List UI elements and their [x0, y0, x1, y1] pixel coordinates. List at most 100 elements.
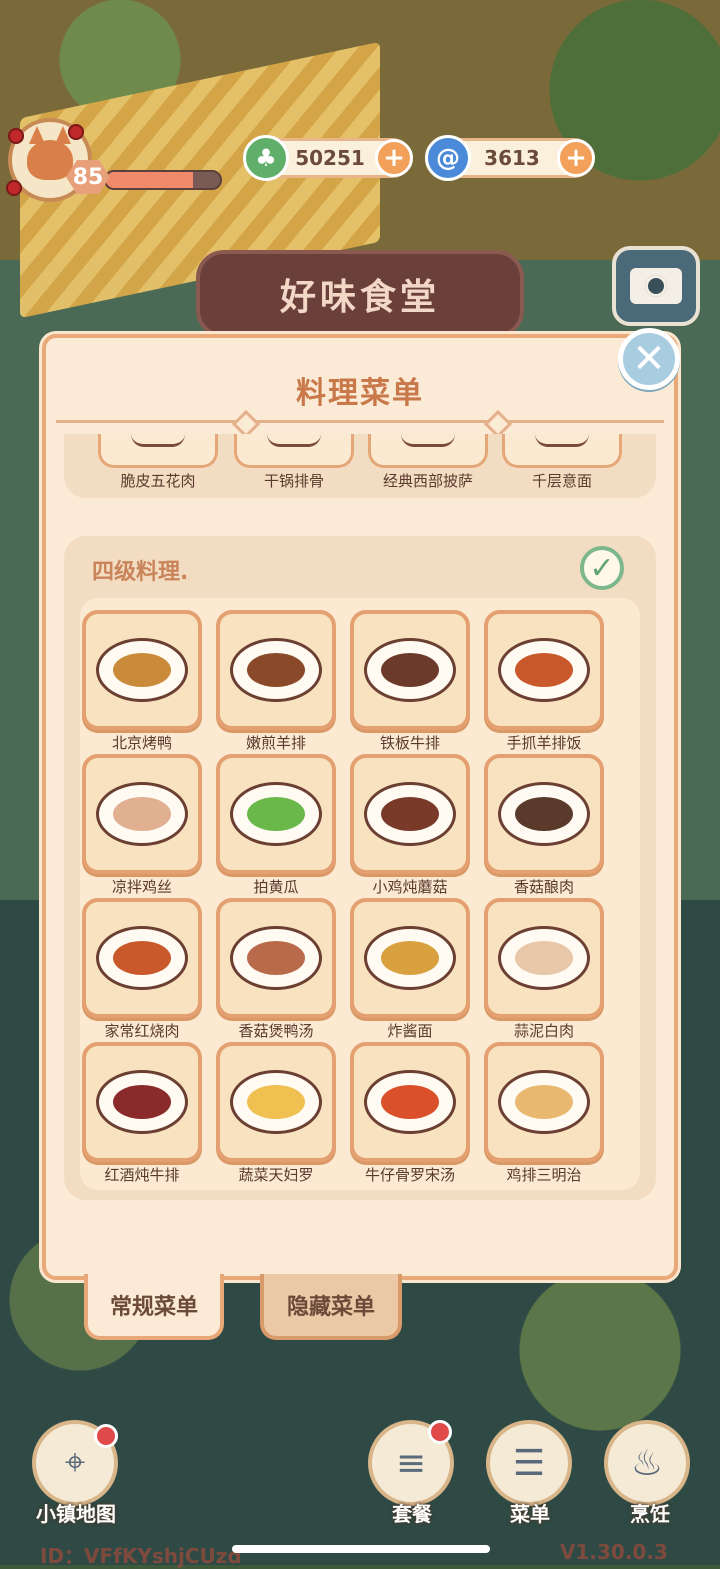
- dish-item[interactable]: 红酒炖牛排: [82, 1042, 202, 1184]
- food-icon: [515, 941, 573, 975]
- food-icon: [381, 1085, 439, 1119]
- dish-label: 蔬菜天妇罗: [238, 1166, 314, 1184]
- rose-decoration-icon: [68, 124, 84, 140]
- gem-currency: @ 3613 +: [425, 135, 595, 181]
- dish-card[interactable]: [350, 898, 470, 1018]
- exp-bar: [104, 170, 222, 190]
- dish-label: 北京烤鸭: [111, 734, 172, 752]
- home-indicator[interactable]: [232, 1545, 490, 1553]
- food-icon: [247, 941, 305, 975]
- dish-card[interactable]: [82, 1042, 202, 1162]
- rose-decoration-icon: [8, 128, 24, 144]
- plate-icon: [230, 782, 322, 846]
- dish-item[interactable]: 北京烤鸭: [82, 610, 202, 752]
- dish-item[interactable]: 香菇煲鸭汤: [216, 898, 336, 1040]
- title-divider: [56, 420, 664, 423]
- dish-card[interactable]: [350, 1042, 470, 1162]
- menu-panel: 料理菜单 脆皮五花肉 干锅排骨 经典西部披萨 千层意面 四级料理. ✓ 北京烤鸭…: [42, 334, 678, 1280]
- dish-card[interactable]: [98, 434, 218, 468]
- dish-label: 经典西部披萨: [382, 472, 473, 490]
- fox-avatar-icon: [27, 126, 73, 180]
- add-gem-button[interactable]: +: [557, 139, 595, 177]
- map-pin-icon: ⌖: [64, 1442, 86, 1483]
- dish-label: 香菇酿肉: [513, 878, 574, 896]
- restaurant-sign: 好味食堂: [196, 250, 524, 338]
- menu-button[interactable]: ☰: [486, 1420, 572, 1506]
- food-icon: [515, 653, 573, 687]
- dish-label: 脆皮五花肉: [120, 472, 196, 490]
- dish-card[interactable]: [216, 754, 336, 874]
- dish-card[interactable]: [350, 610, 470, 730]
- panel-title: 料理菜单: [296, 376, 424, 411]
- dish-card[interactable]: [82, 754, 202, 874]
- camera-icon: [630, 268, 682, 304]
- skewer-icon: ≡: [395, 1442, 427, 1484]
- dish-item[interactable]: 拍黄瓜: [216, 754, 336, 896]
- dish-card[interactable]: [234, 434, 354, 468]
- dish-item[interactable]: 炸酱面: [350, 898, 470, 1040]
- level4-section: 四级料理. ✓ 北京烤鸭 嫩煎羊排 铁板牛排 手抓羊排饭 凉拌鸡丝 拍黄瓜 小鸡炖蘑菇 香菇酿…: [64, 536, 656, 1200]
- food-icon: [113, 1085, 171, 1119]
- close-icon: ✕: [632, 336, 666, 382]
- close-button[interactable]: ✕: [618, 328, 680, 390]
- add-clover-button[interactable]: +: [375, 139, 413, 177]
- dish-card[interactable]: [484, 898, 604, 1018]
- dish-grid: 北京烤鸭 嫩煎羊排 铁板牛排 手抓羊排饭凉拌鸡丝 拍黄瓜 小鸡炖蘑菇 香菇酿肉家常红烧肉 香菇…: [80, 598, 640, 1190]
- camera-button[interactable]: [612, 246, 700, 326]
- tab-regular-menu[interactable]: 常规菜单: [84, 1274, 224, 1340]
- dish-item[interactable]: 家常红烧肉: [82, 898, 202, 1040]
- dish-card[interactable]: [368, 434, 488, 468]
- plate-icon: [498, 782, 590, 846]
- plate-icon: [230, 926, 322, 990]
- dish-item[interactable]: 蔬菜天妇罗: [216, 1042, 336, 1184]
- dish-card[interactable]: [502, 434, 622, 468]
- dish-item[interactable]: 牛仔骨罗宋汤: [350, 1042, 470, 1184]
- section-title: 四级料理.: [92, 560, 189, 585]
- dish-item[interactable]: 蒜泥白肉: [484, 898, 604, 1040]
- plate-icon: [364, 926, 456, 990]
- plate-icon: [364, 782, 456, 846]
- plate-icon: [96, 782, 188, 846]
- food-icon: [515, 1085, 573, 1119]
- previous-section: 脆皮五花肉 干锅排骨 经典西部披萨 千层意面: [64, 434, 656, 498]
- dish-item[interactable]: 鸡排三明治: [484, 1042, 604, 1184]
- dish-card[interactable]: [216, 898, 336, 1018]
- dish-card[interactable]: [216, 610, 336, 730]
- tab-hidden-menu[interactable]: 隐藏菜单: [260, 1274, 402, 1340]
- plate-icon: [230, 638, 322, 702]
- dish-card[interactable]: [216, 1042, 336, 1162]
- rose-decoration-icon: [6, 180, 22, 196]
- dish-card[interactable]: [350, 754, 470, 874]
- food-icon: [247, 1085, 305, 1119]
- version-text: V1.30.0.3: [560, 1540, 668, 1564]
- dish-card[interactable]: [82, 898, 202, 1018]
- dish-item[interactable]: 嫩煎羊排: [216, 610, 336, 752]
- dish-card[interactable]: [484, 610, 604, 730]
- food-icon: [113, 941, 171, 975]
- plate-icon: [96, 1070, 188, 1134]
- dish-label: 家常红烧肉: [104, 1022, 180, 1040]
- plate-icon: [230, 1070, 322, 1134]
- dish-item[interactable]: 铁板牛排: [350, 610, 470, 752]
- dish-card[interactable]: [82, 610, 202, 730]
- swirl-gem-icon: @: [425, 135, 471, 181]
- dish-card[interactable]: [484, 1042, 604, 1162]
- dish-label: 凉拌鸡丝: [111, 878, 172, 896]
- dish-label: 干锅排骨: [263, 472, 324, 490]
- dish-label: 嫩煎羊排: [245, 734, 306, 752]
- dish-label: 鸡排三明治: [506, 1166, 582, 1184]
- pot-icon: ♨: [630, 1442, 664, 1484]
- clover-currency: ♣ 50251 +: [243, 135, 413, 181]
- dish-item[interactable]: 小鸡炖蘑菇: [350, 754, 470, 896]
- cook-button[interactable]: ♨: [604, 1420, 690, 1506]
- dish-item[interactable]: 手抓羊排饭: [484, 610, 604, 752]
- food-icon: [381, 797, 439, 831]
- dish-card[interactable]: [484, 754, 604, 874]
- dish-label: 蒜泥白肉: [513, 1022, 574, 1040]
- dish-label: 手抓羊排饭: [506, 734, 582, 752]
- town-map-label: 小镇地图: [36, 1502, 116, 1526]
- dish-item[interactable]: 香菇酿肉: [484, 754, 604, 896]
- dish-label: 拍黄瓜: [253, 878, 299, 896]
- dish-item[interactable]: 凉拌鸡丝: [82, 754, 202, 896]
- dish-label: 小鸡炖蘑菇: [372, 878, 448, 896]
